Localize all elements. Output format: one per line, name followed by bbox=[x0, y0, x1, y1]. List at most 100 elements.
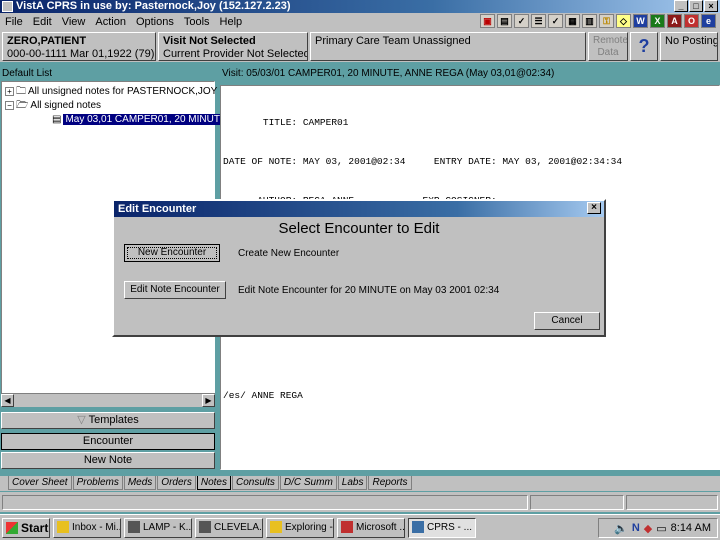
postings-button[interactable]: No Postings bbox=[660, 32, 718, 61]
maximize-button[interactable]: □ bbox=[689, 0, 703, 12]
taskbar-item-exploring[interactable]: Exploring -... bbox=[266, 517, 334, 538]
taskbar-item-cprs[interactable]: CPRS - ... bbox=[408, 517, 476, 538]
help-question-icon[interactable]: ? bbox=[630, 32, 658, 61]
taskbar-label: Inbox - Mi... bbox=[72, 521, 121, 533]
taskbar-label: Exploring -... bbox=[285, 521, 333, 533]
taskbar-label: CPRS - ... bbox=[427, 521, 473, 533]
new-encounter-label: New Encounter bbox=[137, 247, 207, 258]
system-tray: 🔈 N ◆ ▭ 8:14 AM bbox=[598, 518, 718, 538]
templates-button[interactable]: ▽ Templates bbox=[1, 412, 215, 429]
toolbar-doc-icon[interactable]: ▤ bbox=[497, 14, 512, 28]
tree-hscrollbar[interactable]: ◀ ▶ bbox=[1, 393, 215, 407]
collapse-icon[interactable]: − bbox=[5, 100, 14, 110]
terminal-icon bbox=[199, 520, 211, 533]
tab-consults[interactable]: Consults bbox=[231, 476, 279, 490]
visit-box[interactable]: Visit Not Selected Current Provider Not … bbox=[158, 32, 308, 61]
scroll-left-icon[interactable]: ◀ bbox=[1, 394, 14, 407]
tab-cover-sheet[interactable]: Cover Sheet bbox=[8, 476, 72, 490]
tree-node-signed[interactable]: − 🗁 All signed notes bbox=[5, 99, 101, 112]
menu-help[interactable]: Help bbox=[215, 16, 248, 28]
patient-id-box[interactable]: ZERO,PATIENT 000-00-1111 Mar 01,1922 (79… bbox=[2, 32, 156, 61]
tab-notes[interactable]: Notes bbox=[196, 476, 231, 490]
patient-bar: ZERO,PATIENT 000-00-1111 Mar 01,1922 (79… bbox=[0, 30, 720, 62]
toolbar-list-icon[interactable]: ☰ bbox=[531, 14, 546, 28]
taskbar-item-clevela[interactable]: CLEVELA... bbox=[195, 517, 263, 538]
start-button[interactable]: Start bbox=[2, 517, 50, 538]
triangle-down-icon: ▽ bbox=[77, 414, 86, 426]
tab-labs[interactable]: Labs bbox=[337, 476, 368, 490]
toolbar-excel-icon[interactable]: X bbox=[650, 14, 665, 28]
toolbar-check-icon[interactable]: ✓ bbox=[514, 14, 529, 28]
visit-status: Visit Not Selected bbox=[163, 35, 256, 47]
toolbar-key-icon[interactable]: ⚿ bbox=[599, 14, 614, 28]
edit-encounter-dialog: Edit Encounter × Select Encounter to Edi… bbox=[112, 199, 606, 337]
dialog-close-icon[interactable]: × bbox=[587, 202, 601, 214]
document-icon: ▤ bbox=[52, 114, 62, 125]
taskbar-item-inbox[interactable]: Inbox - Mi... bbox=[53, 517, 121, 538]
tab-meds[interactable]: Meds bbox=[123, 476, 157, 490]
inbox-icon bbox=[57, 520, 69, 533]
alert-icon[interactable]: ◆ bbox=[644, 522, 652, 535]
toolbar-chart-icon[interactable]: ▥ bbox=[582, 14, 597, 28]
tab-orders[interactable]: Orders bbox=[157, 476, 196, 490]
folder-open-icon: 🗁 bbox=[16, 100, 29, 111]
note-line: TITLE: CAMPER01 bbox=[223, 117, 349, 128]
remote-data-button[interactable]: Remote Data bbox=[588, 32, 628, 61]
toolbar-browser-icon[interactable]: e bbox=[701, 14, 716, 28]
remote-data-label: Remote Data bbox=[593, 35, 628, 58]
visit-header: Visit: 05/03/01 CAMPER01, 20 MINUTE, ANN… bbox=[222, 68, 555, 79]
menu-action[interactable]: Action bbox=[90, 16, 131, 28]
new-encounter-description: Create New Encounter bbox=[238, 248, 340, 259]
scroll-right-icon[interactable]: ▶ bbox=[202, 394, 215, 407]
list-label: Default List bbox=[2, 68, 53, 79]
status-panel-main bbox=[2, 495, 528, 510]
toolbar-access-icon[interactable]: A bbox=[667, 14, 682, 28]
status-panel-2 bbox=[530, 495, 624, 510]
toolbar-check2-icon[interactable]: ✓ bbox=[548, 14, 563, 28]
menu-edit[interactable]: Edit bbox=[28, 16, 57, 28]
dialog-title-bar[interactable]: Edit Encounter × bbox=[114, 201, 604, 217]
encounter-button[interactable]: Encounter bbox=[1, 433, 215, 450]
menu-options[interactable]: Options bbox=[131, 16, 179, 28]
primary-care-box[interactable]: Primary Care Team Unassigned bbox=[310, 32, 586, 61]
toolbar-note-icon[interactable]: ◇ bbox=[616, 14, 631, 28]
expand-icon[interactable]: + bbox=[5, 86, 14, 96]
current-provider: Current Provider Not Selected bbox=[163, 48, 308, 60]
monitor-icon[interactable]: ▭ bbox=[656, 522, 666, 535]
note-line: /es/ ANNE REGA bbox=[223, 390, 303, 401]
menu-view[interactable]: View bbox=[57, 16, 91, 28]
volume-icon[interactable]: 🔈 bbox=[614, 522, 628, 535]
new-note-button[interactable]: New Note bbox=[1, 452, 215, 469]
close-window-button[interactable]: × bbox=[704, 0, 718, 12]
taskbar-item-lamp[interactable]: LAMP - K... bbox=[124, 517, 192, 538]
tab-problems[interactable]: Problems bbox=[72, 476, 123, 490]
cancel-button[interactable]: Cancel bbox=[534, 312, 600, 330]
toolbar-app-icon[interactable]: ▣ bbox=[480, 14, 495, 28]
app-icon[interactable] bbox=[2, 1, 13, 12]
edit-note-encounter-button[interactable]: Edit Note Encounter bbox=[124, 281, 226, 299]
tree-node-unsigned[interactable]: + 🗀 All unsigned notes for PASTERNOCK,JOY bbox=[5, 85, 217, 98]
network-icon[interactable]: N bbox=[632, 522, 640, 534]
minimize-button[interactable]: _ bbox=[674, 0, 688, 12]
menu-file[interactable]: File bbox=[0, 16, 28, 28]
menu-bar: File Edit View Action Options Tools Help… bbox=[0, 13, 720, 30]
menu-tools[interactable]: Tools bbox=[179, 16, 215, 28]
tab-reports[interactable]: Reports bbox=[368, 476, 412, 490]
folder-icon bbox=[270, 520, 282, 533]
toolbar-outlook-icon[interactable]: O bbox=[684, 14, 699, 28]
taskbar-item-microsoft[interactable]: Microsoft ... bbox=[337, 517, 405, 538]
tree-node-note[interactable]: ▤ May 03,01 CAMPER01, 20 MINUTE bbox=[52, 113, 229, 126]
patient-name: ZERO,PATIENT bbox=[7, 35, 87, 47]
tree-label-note: May 03,01 CAMPER01, 20 MINUTE bbox=[63, 114, 229, 125]
window-title-bar[interactable]: VistA CPRS in use by: Pasternock,Joy (15… bbox=[0, 0, 720, 13]
toolbar-word-icon[interactable]: W bbox=[633, 14, 648, 28]
window-title: VistA CPRS in use by: Pasternock,Joy (15… bbox=[16, 0, 291, 12]
new-encounter-button[interactable]: New Encounter bbox=[124, 244, 220, 262]
cancel-label: Cancel bbox=[551, 315, 583, 326]
toolbar-grid-icon[interactable]: ▦ bbox=[565, 14, 580, 28]
tree-label-signed: All signed notes bbox=[30, 100, 102, 111]
taskbar-label: Microsoft ... bbox=[356, 521, 405, 533]
tab-dc-summ[interactable]: D/C Summ bbox=[279, 476, 337, 490]
start-label: Start bbox=[21, 520, 49, 535]
edit-note-encounter-description: Edit Note Encounter for 20 MINUTE on May… bbox=[238, 285, 500, 296]
